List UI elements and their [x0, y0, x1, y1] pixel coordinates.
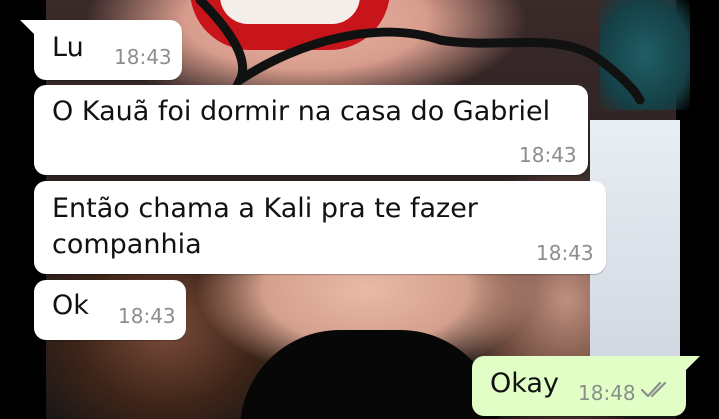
message-timestamp: 18:43	[536, 241, 594, 265]
message-bubble-incoming[interactable]: Lu 18:43	[34, 20, 182, 80]
message-text: Então chama a Kali pra te fazer companhi…	[52, 193, 478, 260]
message-bubble-incoming[interactable]: Ok 18:43	[34, 280, 186, 340]
message-timestamp: 18:48	[578, 381, 636, 405]
message-bubble-incoming[interactable]: Então chama a Kali pra te fazer companhi…	[34, 181, 606, 274]
message-text: O Kauã foi dormir na casa do Gabriel	[52, 96, 551, 127]
double-check-icon	[640, 381, 667, 398]
message-text: Ok	[52, 290, 89, 321]
message-bubble-outgoing[interactable]: Okay 18:48	[472, 356, 686, 416]
message-timestamp: 18:43	[118, 304, 176, 328]
message-text: Lu	[52, 32, 84, 63]
message-timestamp: 18:43	[114, 45, 172, 69]
message-timestamp: 18:43	[519, 143, 577, 167]
bubble-tail	[20, 20, 34, 34]
message-text: Okay	[490, 368, 559, 399]
bubble-tail	[686, 356, 700, 370]
message-bubble-incoming[interactable]: O Kauã foi dormir na casa do Gabriel 18:…	[34, 85, 588, 175]
